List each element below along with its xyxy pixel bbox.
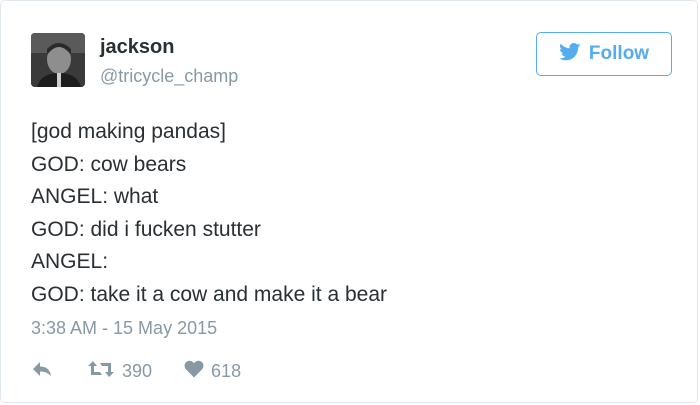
tweet-line: ANGEL: what bbox=[31, 185, 159, 209]
tweet-text: [god making pandas] GOD: cow bears ANGEL… bbox=[31, 116, 387, 312]
like-count: 618 bbox=[211, 360, 242, 381]
reply-icon bbox=[31, 360, 53, 383]
tweet-line: GOD: did i fucken stutter bbox=[31, 217, 261, 241]
follow-label: Follow bbox=[588, 43, 650, 64]
retweet-count: 390 bbox=[122, 360, 153, 381]
bird-icon bbox=[559, 42, 581, 66]
avatar[interactable] bbox=[31, 33, 85, 87]
display-name[interactable]: jackson bbox=[100, 35, 174, 59]
tweet-line: [god making pandas] bbox=[31, 120, 226, 143]
tweet-card: jackson @tricycle_champ Follow [god maki… bbox=[0, 0, 698, 403]
follow-button[interactable]: Follow bbox=[536, 32, 672, 76]
tweet-line: ANGEL: bbox=[31, 250, 109, 274]
tweet-actions: 390 618 bbox=[31, 358, 241, 384]
tweet-timestamp[interactable]: 3:38 AM - 15 May 2015 bbox=[31, 317, 217, 339]
retweet-button[interactable]: 390 bbox=[87, 359, 152, 384]
retweet-icon bbox=[87, 359, 115, 384]
heart-icon bbox=[184, 360, 204, 383]
tweet-line: GOD: cow bears bbox=[31, 152, 187, 176]
tweet-line: GOD: take it a cow and make it a bear bbox=[31, 282, 387, 306]
like-button[interactable]: 618 bbox=[184, 360, 241, 383]
user-handle[interactable]: @tricycle_champ bbox=[100, 65, 238, 87]
reply-button[interactable] bbox=[31, 360, 57, 383]
